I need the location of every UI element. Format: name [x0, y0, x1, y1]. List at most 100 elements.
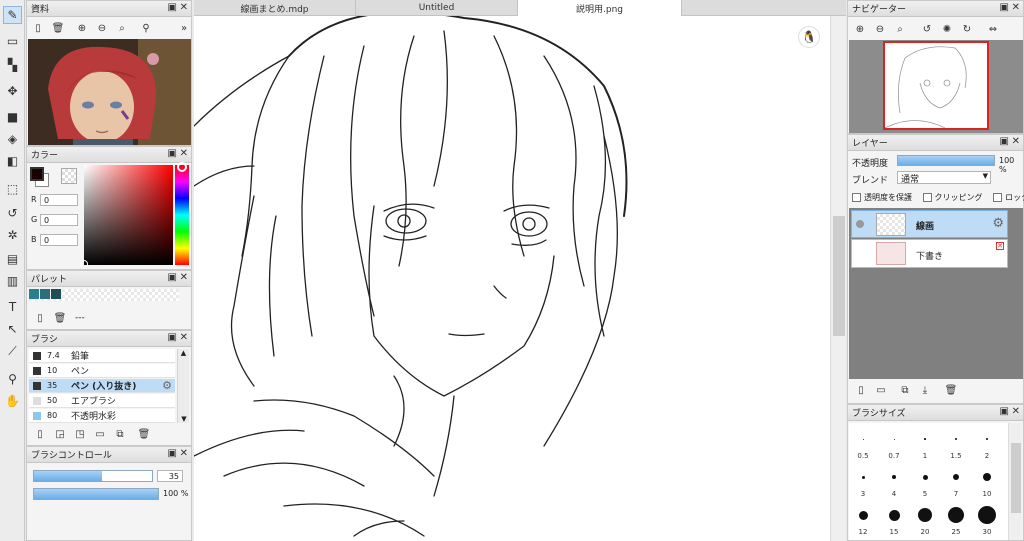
float-icon[interactable]: ▣	[168, 272, 177, 283]
brush-scrollbar[interactable]: ▲ ▼	[177, 349, 189, 423]
brush-copy-icon[interactable]: ◲	[53, 427, 67, 441]
lock-checkbox[interactable]	[993, 193, 1003, 202]
rotate-reset-icon[interactable]: ✺	[940, 22, 954, 36]
float-icon[interactable]: ▣	[168, 2, 177, 13]
brush-size-option[interactable]: 15	[884, 505, 904, 536]
g-field[interactable]: 0	[40, 214, 78, 226]
palette-swatch[interactable]	[51, 289, 61, 299]
hand-tool-icon[interactable]: ✋	[3, 392, 22, 410]
lasso-tool-icon[interactable]: ↺	[3, 204, 22, 222]
rotate-left-icon[interactable]: ↺	[920, 22, 934, 36]
canvas-vertical-scrollbar[interactable]	[830, 16, 846, 541]
trash-icon[interactable]: 🗑	[944, 383, 958, 397]
dot-tool-icon[interactable]: ▚	[3, 56, 22, 74]
close-icon[interactable]: ✕	[180, 2, 188, 13]
brush-size-option[interactable]: 1	[915, 429, 935, 460]
new-icon[interactable]: ▯	[31, 21, 45, 35]
flip-icon[interactable]: ⇔	[986, 22, 1000, 36]
brush-size-option[interactable]: 1.5	[946, 429, 966, 460]
brush-size-option[interactable]: 10	[977, 467, 997, 498]
operation-tool-icon[interactable]: ↖	[3, 320, 22, 338]
merge-down-icon[interactable]: ⤓	[918, 383, 932, 397]
brush-item[interactable]: 35 ペン (入り抜き) ⚙	[29, 379, 175, 393]
float-icon[interactable]: ▣	[168, 332, 177, 343]
brush-size-option[interactable]: 2	[977, 429, 997, 460]
new-folder-icon[interactable]: ▭	[874, 383, 888, 397]
trash-icon[interactable]: 🗑	[53, 311, 67, 325]
scroll-up-icon[interactable]: ▲	[178, 349, 189, 357]
hue-slider[interactable]	[175, 165, 189, 265]
brush-size-option[interactable]: 0.7	[884, 429, 904, 460]
fill-rect-tool-icon[interactable]: ■	[3, 108, 22, 126]
color-handle[interactable]	[80, 260, 88, 268]
brush-item[interactable]: 10 ペン	[29, 364, 175, 378]
zoom-reset-icon[interactable]: ⌕	[893, 22, 907, 36]
brush-settings-icon[interactable]: ◳	[73, 427, 87, 441]
drawing-canvas[interactable]: 🐧	[194, 16, 830, 541]
r-field[interactable]: 0	[40, 194, 78, 206]
brush-item[interactable]: 50 エアブラシ	[29, 394, 175, 408]
duplicate-layer-icon[interactable]: ⧉	[898, 383, 912, 397]
brush-size-option[interactable]: 12	[853, 505, 873, 536]
bucket-tool-icon[interactable]: ◈	[3, 130, 22, 148]
rotate-right-icon[interactable]: ↻	[960, 22, 974, 36]
zoom-out-icon[interactable]: ⊖	[873, 22, 887, 36]
eyedropper-icon[interactable]: ⚲	[139, 21, 153, 35]
move-tool-icon[interactable]: ✥	[3, 82, 22, 100]
tab-untitled[interactable]: Untitled	[356, 0, 518, 16]
brush-size-option[interactable]: 25	[946, 505, 966, 536]
palette-swatch[interactable]	[29, 289, 39, 299]
clipping-checkbox[interactable]	[922, 193, 932, 202]
close-icon[interactable]: ✕	[1012, 136, 1020, 147]
float-icon[interactable]: ▣	[1000, 2, 1009, 13]
zoom-in-icon[interactable]: ⊕	[853, 22, 867, 36]
b-field[interactable]: 0	[40, 234, 78, 246]
zoom-fit-icon[interactable]: ⌕	[115, 21, 129, 35]
brush-size-option[interactable]: 7	[946, 467, 966, 498]
hidden-icon[interactable]: ✕	[996, 242, 1004, 250]
gear-icon[interactable]: ⚙	[992, 216, 1004, 231]
divide-tool-icon[interactable]: ⟋	[3, 342, 22, 360]
new-brush-icon[interactable]: ▯	[33, 427, 47, 441]
new-layer-icon[interactable]: ▯	[854, 383, 868, 397]
brush-size-option[interactable]: 3	[853, 467, 873, 498]
scroll-thumb[interactable]	[833, 216, 845, 336]
float-icon[interactable]: ▣	[168, 148, 177, 159]
magic-wand-tool-icon[interactable]: ✲	[3, 226, 22, 244]
brush-size-scrollbar[interactable]	[1008, 423, 1022, 540]
saturation-value-picker[interactable]	[84, 165, 173, 265]
select-rect-tool-icon[interactable]: ⬚	[3, 180, 22, 198]
brush-opacity-slider[interactable]	[33, 488, 159, 500]
brush-size-field[interactable]: 35	[157, 470, 183, 482]
brush-size-slider[interactable]	[33, 470, 153, 482]
select-pen-tool-icon[interactable]: ▤	[3, 250, 22, 268]
eraser-tool-icon[interactable]: ▭	[3, 32, 22, 50]
brush-size-option[interactable]: 5	[915, 467, 935, 498]
brush-size-option[interactable]: 20	[915, 505, 935, 536]
brush-size-option[interactable]: 4	[884, 467, 904, 498]
brush-item[interactable]: 7.4 鉛筆	[29, 349, 175, 363]
blend-select[interactable]: 通常 ▼	[897, 171, 991, 185]
navigator-viewport[interactable]	[883, 41, 989, 130]
zoom-out-icon[interactable]: ⊖	[95, 21, 109, 35]
pen-tool-icon[interactable]: ✎	[3, 6, 22, 24]
visibility-icon[interactable]	[856, 250, 864, 258]
add-swatch-icon[interactable]: ▯	[33, 311, 47, 325]
layer-row-draft[interactable]: 下書き ✕	[851, 239, 1008, 268]
scroll-thumb[interactable]	[1011, 443, 1021, 513]
float-icon[interactable]: ▣	[168, 448, 177, 459]
protect-alpha-checkbox[interactable]	[852, 193, 861, 202]
hue-handle[interactable]	[177, 162, 187, 172]
brush-size-option[interactable]: 30	[977, 505, 997, 536]
zoom-in-icon[interactable]: ⊕	[75, 21, 89, 35]
trash-icon[interactable]: 🗑	[137, 427, 151, 441]
layer-opacity-slider[interactable]	[897, 155, 995, 166]
close-icon[interactable]: ✕	[1012, 406, 1020, 417]
close-icon[interactable]: ✕	[180, 448, 188, 459]
transparent-color-swatch[interactable]	[61, 168, 77, 184]
folder-icon[interactable]: ▭	[93, 427, 107, 441]
scroll-down-icon[interactable]: ▼	[178, 415, 190, 423]
close-icon[interactable]: ✕	[180, 332, 188, 343]
brush-size-option[interactable]: 0.5	[853, 429, 873, 460]
close-icon[interactable]: ✕	[180, 148, 188, 159]
